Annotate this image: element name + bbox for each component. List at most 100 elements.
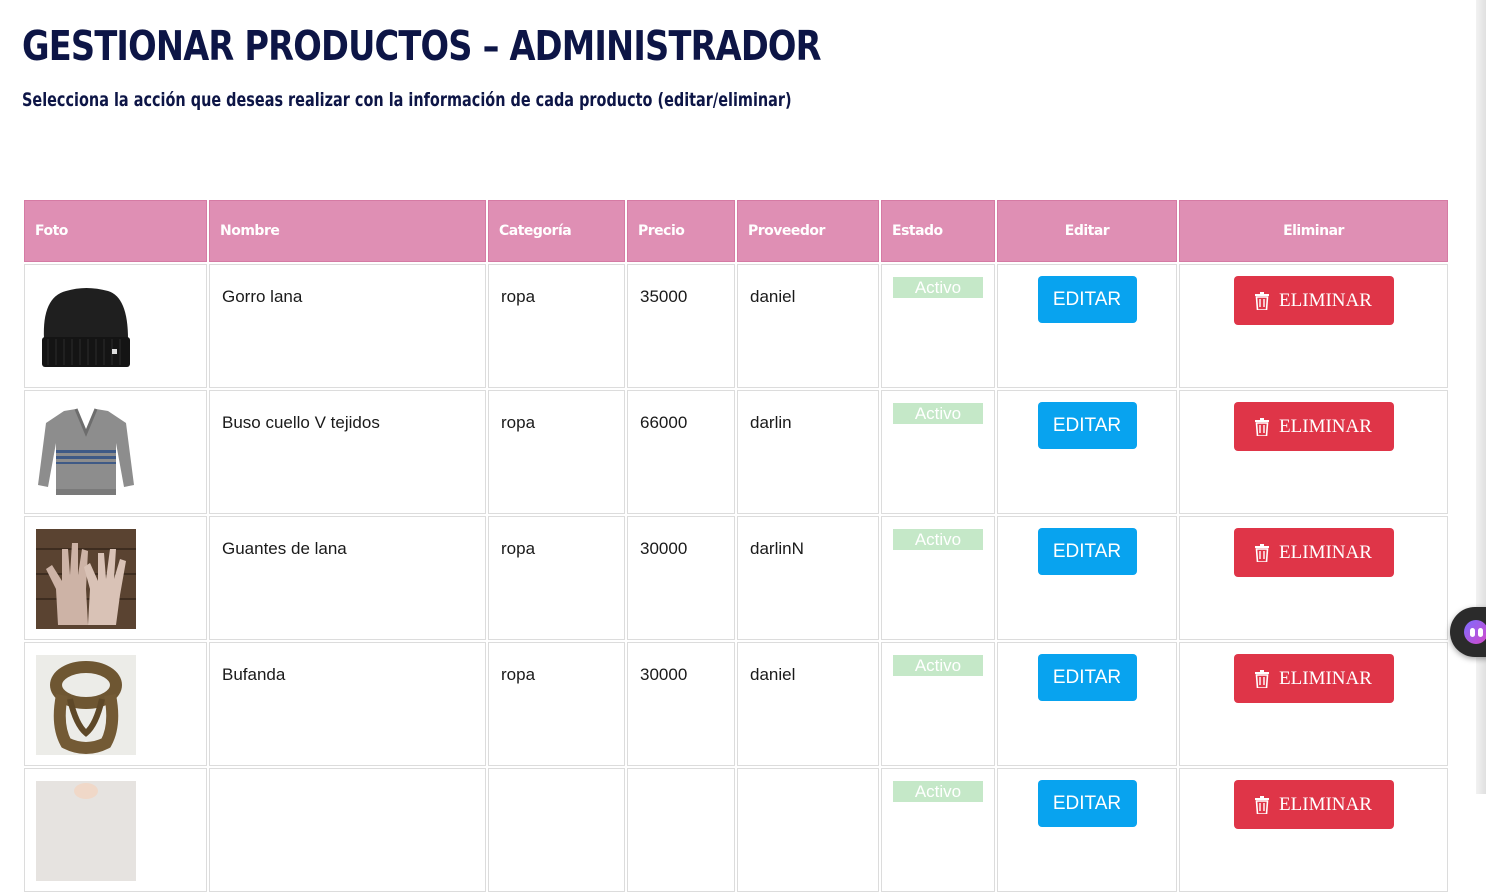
status-badge: Activo xyxy=(893,529,983,550)
photo-cell xyxy=(24,642,207,766)
trash-icon xyxy=(1255,669,1270,688)
proveedor-cell xyxy=(737,768,879,892)
product-photo xyxy=(36,781,136,881)
table-row: Gorro lana ropa 35000 daniel Activo EDIT… xyxy=(24,264,1448,388)
estado-cell: Activo xyxy=(881,768,995,892)
proveedor-cell: daniel xyxy=(737,264,879,388)
product-name: Buso cuello V tejidos xyxy=(222,413,380,432)
products-table: Foto Nombre Categoría Precio Proveedor E… xyxy=(22,198,1450,894)
edit-button[interactable]: EDITAR xyxy=(1037,654,1137,701)
estado-cell: Activo xyxy=(881,390,995,514)
delete-button[interactable]: ELIMINAR xyxy=(1233,276,1394,325)
categoria-cell: ropa xyxy=(488,264,625,388)
delete-button-label: ELIMINAR xyxy=(1279,289,1372,311)
precio-cell: 30000 xyxy=(627,516,735,640)
product-photo-beanie xyxy=(36,277,136,377)
product-name: Gorro lana xyxy=(222,287,303,306)
eliminar-cell: ELIMINAR xyxy=(1179,642,1448,766)
eliminar-cell: ELIMINAR xyxy=(1179,264,1448,388)
editar-cell: EDITAR xyxy=(997,642,1177,766)
edit-button[interactable]: EDITAR xyxy=(1037,528,1137,575)
header-foto: Foto xyxy=(24,200,207,262)
estado-cell: Activo xyxy=(881,516,995,640)
product-category: ropa xyxy=(501,287,536,306)
estado-cell: Activo xyxy=(881,642,995,766)
product-category: ropa xyxy=(501,539,536,558)
delete-button[interactable]: ELIMINAR xyxy=(1233,402,1394,451)
table-row: Guantes de lana ropa 30000 darlinN Activ… xyxy=(24,516,1448,640)
precio-cell: 66000 xyxy=(627,390,735,514)
header-precio: Precio xyxy=(627,200,735,262)
nombre-cell xyxy=(209,768,486,892)
product-category xyxy=(489,769,624,791)
photo-cell xyxy=(24,768,207,892)
precio-cell: 35000 xyxy=(627,264,735,388)
product-photo-sweater xyxy=(36,403,136,503)
nombre-cell: Buso cuello V tejidos xyxy=(209,390,486,514)
product-category: ropa xyxy=(501,413,536,432)
nombre-cell: Guantes de lana xyxy=(209,516,486,640)
page-title: GESTIONAR PRODUCTOS – ADMINISTRADOR xyxy=(22,22,822,70)
status-badge: Activo xyxy=(893,781,983,802)
table-row: Bufanda ropa 30000 daniel Activo EDITAR … xyxy=(24,642,1448,766)
product-price xyxy=(628,769,734,791)
product-name: Guantes de lana xyxy=(222,539,347,558)
delete-button[interactable]: ELIMINAR xyxy=(1233,654,1394,703)
precio-cell: 30000 xyxy=(627,642,735,766)
delete-button[interactable]: ELIMINAR xyxy=(1233,528,1394,577)
page: GESTIONAR PRODUCTOS – ADMINISTRADOR Sele… xyxy=(0,0,1476,892)
delete-button-label: ELIMINAR xyxy=(1279,667,1372,689)
status-badge: Activo xyxy=(893,655,983,676)
trash-icon xyxy=(1255,795,1270,814)
product-name: Bufanda xyxy=(222,665,286,684)
status-badge: Activo xyxy=(893,403,983,424)
table-row: Activo EDITAR ELIMINAR xyxy=(24,768,1448,892)
editar-cell: EDITAR xyxy=(997,264,1177,388)
product-photo-gloves xyxy=(36,529,136,629)
photo-cell xyxy=(24,264,207,388)
edit-button[interactable]: EDITAR xyxy=(1037,276,1137,323)
nombre-cell: Gorro lana xyxy=(209,264,486,388)
product-photo-scarf xyxy=(36,655,136,755)
nombre-cell: Bufanda xyxy=(209,642,486,766)
delete-button[interactable]: ELIMINAR xyxy=(1233,780,1394,829)
categoria-cell: ropa xyxy=(488,516,625,640)
delete-button-label: ELIMINAR xyxy=(1279,541,1372,563)
table-row: Buso cuello V tejidos ropa 66000 darlin … xyxy=(24,390,1448,514)
proveedor-cell: daniel xyxy=(737,642,879,766)
eliminar-cell: ELIMINAR xyxy=(1179,768,1448,892)
editar-cell: EDITAR xyxy=(997,390,1177,514)
product-price: 66000 xyxy=(640,413,688,432)
editar-cell: EDITAR xyxy=(997,768,1177,892)
categoria-cell: ropa xyxy=(488,390,625,514)
eliminar-cell: ELIMINAR xyxy=(1179,516,1448,640)
scrollbar[interactable] xyxy=(1476,0,1486,794)
proveedor-cell: darlin xyxy=(737,390,879,514)
categoria-cell xyxy=(488,768,625,892)
edit-button[interactable]: EDITAR xyxy=(1037,402,1137,449)
product-price: 30000 xyxy=(640,665,688,684)
delete-button-label: ELIMINAR xyxy=(1279,415,1372,437)
product-supplier: daniel xyxy=(750,287,796,306)
header-editar: Editar xyxy=(997,200,1177,262)
table-header-row: Foto Nombre Categoría Precio Proveedor E… xyxy=(24,200,1448,262)
assistant-bot-icon xyxy=(1464,620,1486,644)
estado-cell: Activo xyxy=(881,264,995,388)
product-supplier xyxy=(738,769,878,791)
eliminar-cell: ELIMINAR xyxy=(1179,390,1448,514)
header-estado: Estado xyxy=(881,200,995,262)
proveedor-cell: darlinN xyxy=(737,516,879,640)
delete-button-label: ELIMINAR xyxy=(1279,793,1372,815)
editar-cell: EDITAR xyxy=(997,516,1177,640)
trash-icon xyxy=(1255,417,1270,436)
product-category: ropa xyxy=(501,665,536,684)
product-supplier: darlin xyxy=(750,413,792,432)
header-eliminar: Eliminar xyxy=(1179,200,1448,262)
trash-icon xyxy=(1255,543,1270,562)
precio-cell xyxy=(627,768,735,892)
page-subtitle: Selecciona la acción que deseas realizar… xyxy=(22,89,792,111)
photo-cell xyxy=(24,390,207,514)
edit-button[interactable]: EDITAR xyxy=(1037,780,1137,827)
categoria-cell: ropa xyxy=(488,642,625,766)
trash-icon xyxy=(1255,291,1270,310)
